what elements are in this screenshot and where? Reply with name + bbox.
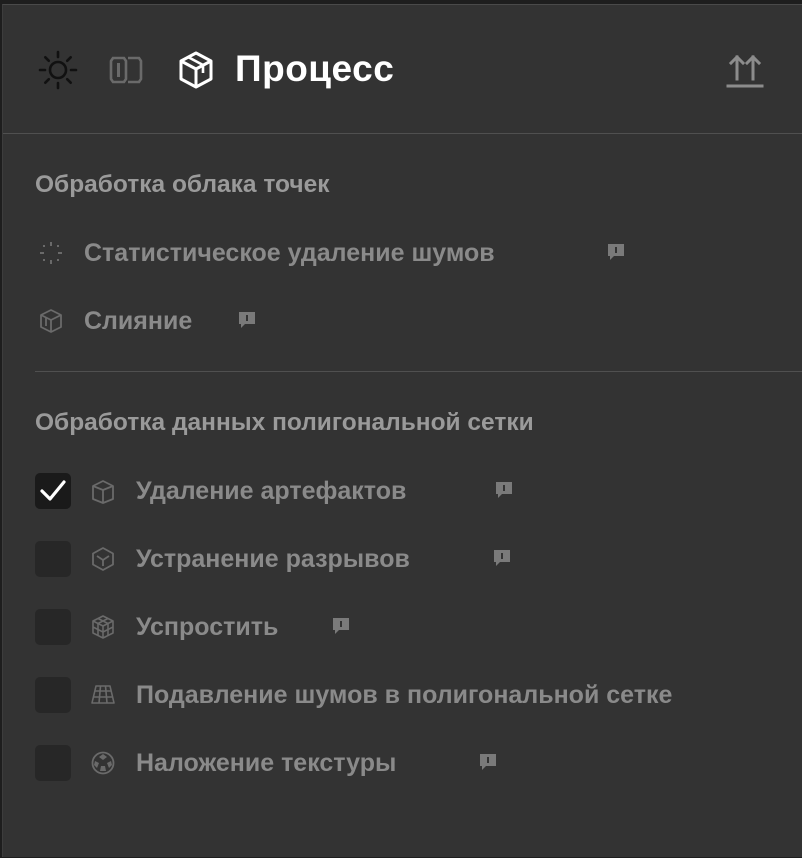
- checkmark-icon: [40, 480, 66, 501]
- list-item-merge[interactable]: Слияние: [3, 299, 802, 343]
- cube-outline-icon: [37, 307, 65, 335]
- checkbox-remove-artifacts[interactable]: [35, 473, 71, 509]
- checkbox-fill-holes[interactable]: [35, 541, 71, 577]
- collapse-arrows-icon[interactable]: [723, 49, 767, 93]
- list-item-mesh-denoise[interactable]: Подавление шумов в полигональной сетке: [3, 673, 802, 717]
- open-cube-icon: [89, 477, 117, 505]
- list-item-label: Наложение текстуры: [136, 749, 397, 777]
- checkbox-mesh-denoise[interactable]: [35, 677, 71, 713]
- hex-cube-icon: [89, 545, 117, 573]
- section-divider: [35, 371, 802, 372]
- dual-layer-icon[interactable]: [105, 49, 147, 91]
- process-panel: Процесс Обработка облака точек Статистич…: [2, 4, 802, 857]
- info-flag-icon[interactable]: [491, 547, 513, 569]
- panel-header: Процесс: [3, 5, 802, 134]
- list-item-simplify[interactable]: Успростить: [3, 605, 802, 649]
- checkbox-simplify[interactable]: [35, 609, 71, 645]
- info-flag-icon[interactable]: [477, 751, 499, 773]
- list-item-label: Статистическое удаление шумов: [84, 239, 495, 267]
- list-item-statistical-denoise[interactable]: Статистическое удаление шумов: [3, 231, 802, 275]
- scatter-dots-icon: [37, 239, 65, 267]
- info-flag-icon[interactable]: [236, 309, 258, 331]
- list-item-label: Подавление шумов в полигональной сетке: [136, 681, 673, 709]
- sun-icon[interactable]: [37, 49, 79, 91]
- texture-ball-icon: [89, 749, 117, 777]
- info-flag-icon[interactable]: [330, 615, 352, 637]
- mesh-surface-icon: [89, 681, 117, 709]
- list-item-fill-holes[interactable]: Устранение разрывов: [3, 537, 802, 581]
- process-cube-icon[interactable]: [175, 49, 217, 91]
- section-title-point-cloud: Обработка облака точек: [35, 171, 330, 198]
- info-flag-icon[interactable]: [605, 241, 627, 263]
- page-title: Процесс: [235, 48, 395, 89]
- list-item-label: Слияние: [84, 307, 193, 335]
- grid-cube-icon: [89, 613, 117, 641]
- section-title-mesh: Обработка данных полигональной сетки: [35, 409, 534, 436]
- list-item-label: Успростить: [136, 613, 279, 641]
- list-item-texture-mapping[interactable]: Наложение текстуры: [3, 741, 802, 785]
- info-flag-icon[interactable]: [493, 479, 515, 501]
- list-item-remove-artifacts[interactable]: Удаление артефактов: [3, 469, 802, 513]
- list-item-label: Устранение разрывов: [136, 545, 410, 573]
- checkbox-texture-mapping[interactable]: [35, 745, 71, 781]
- list-item-label: Удаление артефактов: [136, 477, 407, 505]
